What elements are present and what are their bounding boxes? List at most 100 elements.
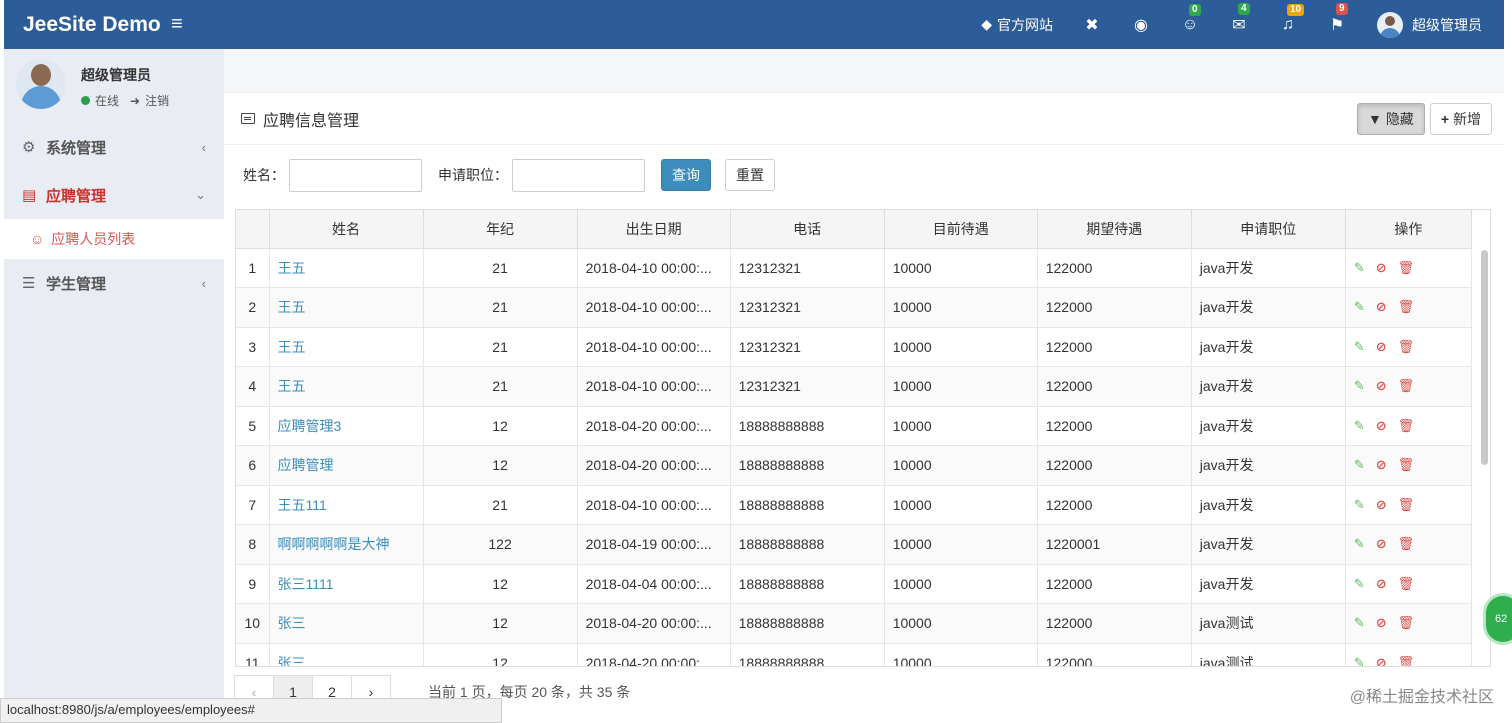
user-notice-icon[interactable]: ☺ 0 [1181,3,1201,34]
user-avatar [16,59,66,109]
table-row[interactable]: 2 王五 21 2018-04-10 00:00:... 12312321 10000 12… [236,287,1473,328]
disable-icon[interactable]: ⊘ [1376,299,1387,315]
disable-icon[interactable]: ⊘ [1376,497,1387,513]
edit-icon[interactable]: ✎ [1354,260,1365,276]
column-header[interactable]: 目前待遇 [884,210,1038,249]
cell-name[interactable]: 应聘管理3 [269,406,424,446]
row-actions: ✎ ⊘ 🗑 [1354,418,1463,434]
trash-icon[interactable]: 🗑 [1398,378,1415,394]
cell-name[interactable]: 王五 [269,366,424,407]
disable-icon[interactable]: ⊘ [1376,339,1387,355]
sidebar-item-label: 学生管理 [46,275,107,293]
column-header[interactable]: 申请职位 [1191,210,1346,249]
cell-name[interactable]: 张三 [269,603,424,644]
trash-icon[interactable]: 🗑 [1398,418,1415,434]
trash-icon[interactable]: 🗑 [1398,299,1415,315]
edit-icon[interactable]: ✎ [1354,615,1365,631]
disable-icon[interactable]: ⊘ [1376,378,1387,394]
cell-name[interactable]: 王五 [269,248,424,288]
table-row[interactable]: 3 王五 21 2018-04-10 00:00:... 12312321 10000 12… [236,327,1473,367]
cell-birth-date: 2018-04-10 00:00:... [577,327,731,367]
trash-icon[interactable]: 🗑 [1398,536,1415,552]
trash-icon[interactable]: 🗑 [1398,260,1415,276]
diamond-icon: ◆ [981,16,992,32]
cell-name[interactable]: 王五 [269,287,424,328]
add-button[interactable]: + 新增 [1429,103,1492,135]
cell-name[interactable]: 张三1111 [269,564,424,604]
column-header[interactable]: 电话 [730,210,885,249]
trash-icon[interactable]: 🗑 [1398,615,1415,631]
edit-icon[interactable]: ✎ [1354,378,1365,394]
bell-badge: 10 [1287,3,1305,16]
trash-icon[interactable]: 🗑 [1398,576,1415,592]
query-button[interactable]: 查询 [661,159,711,191]
official-site-label: 官方网站 [997,16,1053,33]
table-row[interactable]: 5 应聘管理3 12 2018-04-20 00:00:... 18888888888 1… [236,406,1473,446]
cell-name[interactable]: 应聘管理 [269,445,424,486]
table-row[interactable]: 10 张三 12 2018-04-20 00:00:... 18888888888 100… [236,603,1473,644]
menu-toggle-icon[interactable]: ≡ [171,13,183,36]
column-header[interactable]: 期望待遇 [1037,210,1192,249]
table-row[interactable]: 7 王五111 21 2018-04-10 00:00:... 18888888888 1… [236,485,1473,525]
column-header[interactable]: 出生日期 [577,210,731,249]
edit-icon[interactable]: ✎ [1354,339,1365,355]
cell-name[interactable]: 张三 [269,643,424,666]
sidebar-item-recruitment[interactable]: ▤ 应聘管理 ⌄ [4,171,224,219]
name-input[interactable] [289,158,422,192]
logout-link[interactable]: 注销 [145,92,169,109]
disable-icon[interactable]: ⊘ [1376,457,1387,473]
disable-icon[interactable]: ⊘ [1376,576,1387,592]
table-row[interactable]: 9 张三1111 12 2018-04-04 00:00:... 18888888888… [236,564,1473,604]
cell-age: 12 [423,564,578,604]
dashboard-icon[interactable]: ◉ [1132,15,1150,35]
flag-icon[interactable]: ⚑ 9 [1328,2,1348,35]
edit-icon[interactable]: ✎ [1354,655,1365,666]
logout-icon[interactable]: ➜ [130,94,140,108]
table-row[interactable]: 4 王五 21 2018-04-10 00:00:... 12312321 10000 12… [236,366,1473,407]
disable-icon[interactable]: ⊘ [1376,418,1387,434]
disable-icon[interactable]: ⊘ [1376,260,1387,276]
trash-icon[interactable]: 🗑 [1398,497,1415,513]
trash-icon[interactable]: 🗑 [1398,339,1415,355]
table-scrollbar[interactable] [1481,250,1488,465]
online-label: 在线 [95,94,120,108]
column-header[interactable]: 姓名 [269,210,424,249]
bell-icon[interactable]: ♫ 10 [1279,3,1305,34]
edit-icon[interactable]: ✎ [1354,497,1365,513]
trash-icon[interactable]: 🗑 [1398,655,1415,666]
trash-icon[interactable]: 🗑 [1398,457,1415,473]
cell-name[interactable]: 啊啊啊啊啊是大神 [269,524,424,565]
sidebar-item-applicant-list[interactable]: ☺ 应聘人员列表 [4,219,224,259]
cell-name[interactable]: 王五111 [269,485,424,525]
edit-icon[interactable]: ✎ [1354,418,1365,434]
reset-button[interactable]: 重置 [725,159,775,191]
table-row[interactable]: 1 王五 21 2018-04-10 00:00:... 12312321 10000 12… [236,248,1473,288]
column-header[interactable]: 年纪 [423,210,578,249]
cell-birth-date: 2018-04-10 00:00:... [577,485,731,525]
cell-current-salary: 10000 [884,366,1038,407]
user-menu[interactable]: 超级管理员 [1377,11,1482,38]
floating-widget[interactable]: 62 [1483,593,1512,645]
edit-icon[interactable]: ✎ [1354,536,1365,552]
edit-icon[interactable]: ✎ [1354,576,1365,592]
disable-icon[interactable]: ⊘ [1376,536,1387,552]
edit-icon[interactable]: ✎ [1354,299,1365,315]
cell-name[interactable]: 王五 [269,327,424,367]
row-actions: ✎ ⊘ 🗑 [1354,655,1463,666]
official-site-link[interactable]: ◆ 官方网站 [981,15,1053,35]
brand-title[interactable]: JeeSite Demo [4,13,161,37]
position-input[interactable] [512,158,645,192]
fullscreen-icon[interactable]: ✖ [1083,15,1101,35]
mail-icon[interactable]: ✉ 4 [1230,2,1250,35]
table-row[interactable]: 8 啊啊啊啊啊是大神 122 2018-04-19 00:00:... 18888888… [236,524,1473,565]
sidebar-item-system[interactable]: ⚙ 系统管理 ‹ [4,123,224,171]
disable-icon[interactable]: ⊘ [1376,655,1387,666]
sidebar-item-students[interactable]: ☰ 学生管理 ‹ [4,259,224,307]
edit-icon[interactable]: ✎ [1354,457,1365,473]
row-index: 1 [236,248,270,288]
table-row[interactable]: 6 应聘管理 12 2018-04-20 00:00:... 18888888888 10… [236,445,1473,486]
hide-search-button[interactable]: ▼ 隐藏 [1356,103,1425,135]
table-row[interactable]: 11 张三 12 2018-04-20 00:00:... 18888888888 100… [236,643,1473,666]
disable-icon[interactable]: ⊘ [1376,615,1387,631]
cell-position: java测试 [1191,643,1346,666]
